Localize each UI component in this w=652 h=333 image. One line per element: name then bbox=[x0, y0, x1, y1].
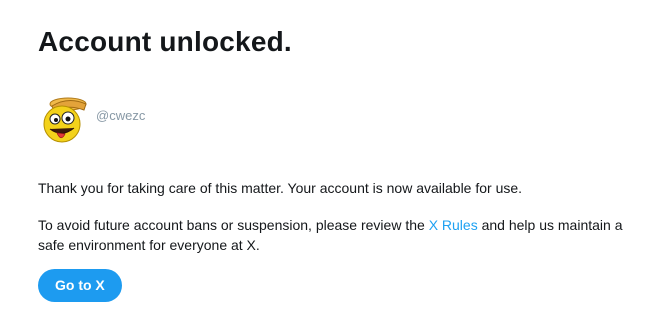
page-title: Account unlocked. bbox=[38, 26, 292, 57]
user-handle: @cwezc bbox=[96, 107, 146, 123]
smiley-face-icon bbox=[43, 97, 87, 143]
rules-message: To avoid future account bans or suspensi… bbox=[38, 215, 628, 255]
confirmation-message: Thank you for taking care of this matter… bbox=[38, 180, 523, 196]
profile-row: @cwezc bbox=[38, 94, 145, 146]
rules-message-intro: To avoid future account bans or suspensi… bbox=[38, 217, 429, 233]
x-rules-link[interactable]: X Rules bbox=[429, 217, 478, 233]
go-to-x-button[interactable]: Go to X bbox=[38, 269, 122, 302]
